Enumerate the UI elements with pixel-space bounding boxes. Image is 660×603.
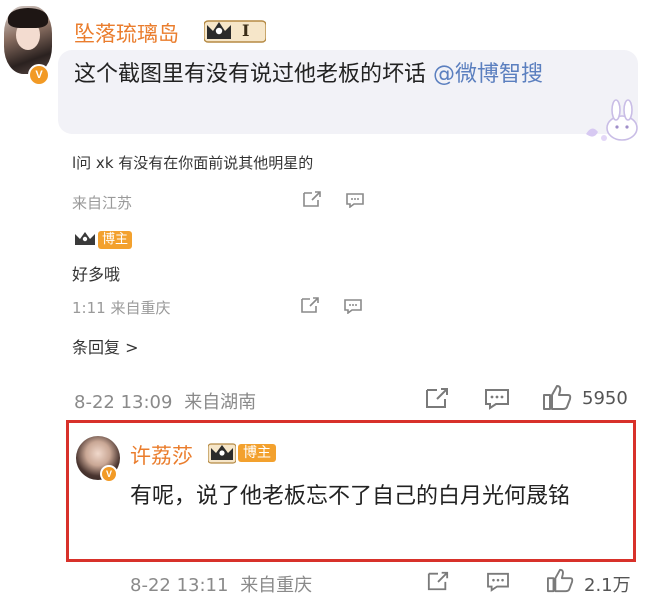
reply-meta: 8-22 13:11 来自重庆 [130, 571, 312, 597]
share-icon[interactable] [300, 296, 320, 314]
crown-badge-icon [74, 231, 96, 247]
crown-badge-icon [208, 442, 236, 464]
reply-time: 8-22 13:11 [130, 575, 229, 596]
comment-icon[interactable] [346, 192, 364, 208]
verified-v-icon: V [28, 64, 50, 86]
share-icon[interactable] [302, 190, 322, 208]
level-badge-text: I [242, 21, 250, 40]
post-time: 8-22 13:09 来自湖南 [74, 388, 256, 414]
verified-v-icon: V [100, 465, 118, 483]
post-username[interactable]: 坠落琉璃岛 [74, 18, 179, 48]
comment-icon[interactable] [344, 298, 362, 314]
thread-reply2-text: 好多哦 [72, 265, 121, 284]
reply-content: 有呢，说了他老板忘不了自己的白月光何晟铭 [130, 484, 571, 509]
comment-icon[interactable] [486, 572, 510, 592]
like-icon[interactable] [542, 383, 572, 411]
thread-reply1-meta: 来自江苏 [72, 194, 133, 212]
thread-reply1-text: l问 xk 有没有在你面前说其他明星的 [72, 154, 314, 172]
more-replies-link[interactable]: 条回复 > [72, 334, 139, 358]
post-avatar[interactable] [4, 6, 52, 74]
post-like-count: 5950 [582, 388, 628, 409]
bunny-sticker-icon [586, 99, 638, 141]
mention-link[interactable]: @微博智搜 [433, 62, 543, 87]
comment-icon[interactable] [484, 388, 510, 410]
reply-location: 来自重庆 [240, 575, 313, 596]
share-icon[interactable] [424, 386, 450, 410]
crown-badge-icon [204, 20, 266, 43]
reply-bozhu-badge: 博主 [238, 444, 276, 462]
reply-like-count: 2.1万 [584, 575, 631, 596]
thread-reply2-meta: 1:11 来自重庆 [72, 299, 171, 317]
post-content-text: 这个截图里有没有说过他老板的坏话 [74, 62, 427, 87]
post-content: 这个截图里有没有说过他老板的坏话 @微博智搜 [74, 56, 614, 94]
thread-bozhu-badge: 博主 [98, 231, 133, 249]
like-icon[interactable] [546, 567, 574, 593]
post-location: 来自湖南 [184, 392, 257, 413]
post-time-text: 8-22 13:09 [74, 392, 173, 413]
share-icon[interactable] [426, 570, 450, 592]
reply-username[interactable]: 许荔莎 [130, 440, 193, 470]
level-badge: I [204, 17, 266, 43]
